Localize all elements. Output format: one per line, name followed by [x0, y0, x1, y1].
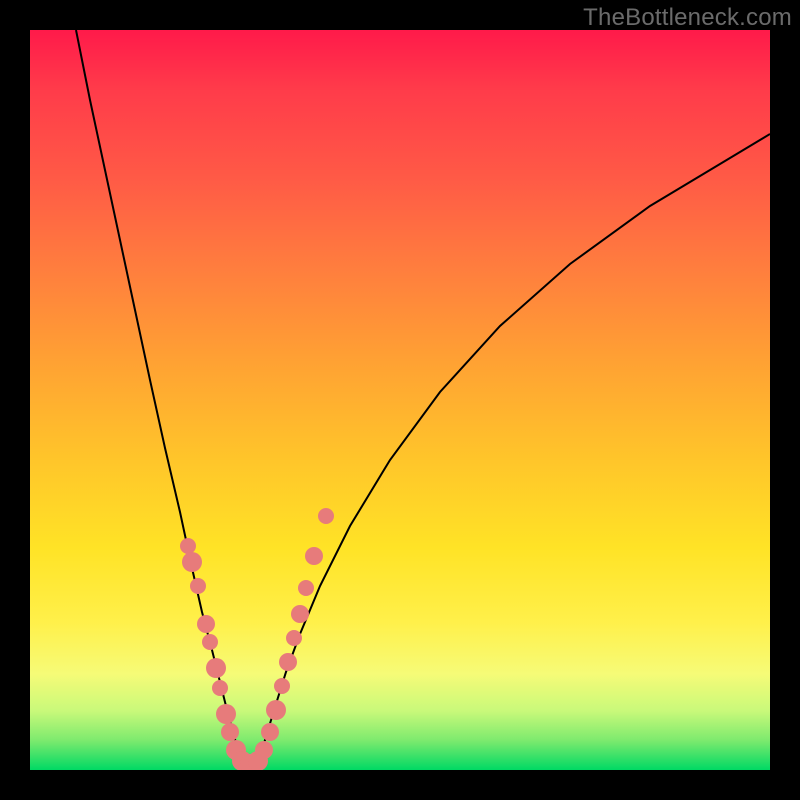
scatter-dot	[291, 605, 309, 623]
scatter-dot	[190, 578, 206, 594]
scatter-dot	[182, 552, 202, 572]
curve-right-branch	[258, 134, 770, 765]
scatter-dot	[202, 634, 218, 650]
scatter-dot	[197, 615, 215, 633]
scatter-dot	[206, 658, 226, 678]
scatter-dot	[305, 547, 323, 565]
scatter-dot	[279, 653, 297, 671]
chart-frame: TheBottleneck.com	[0, 0, 800, 800]
scatter-dot	[261, 723, 279, 741]
scatter-dot	[212, 680, 228, 696]
scatter-dot	[221, 723, 239, 741]
scatter-dot	[318, 508, 334, 524]
scatter-dot	[286, 630, 302, 646]
plot-area	[30, 30, 770, 770]
scatter-dots	[180, 508, 334, 770]
scatter-dot	[180, 538, 196, 554]
curve-left-branch	[76, 30, 242, 765]
scatter-dot	[274, 678, 290, 694]
scatter-dot	[266, 700, 286, 720]
watermark-text: TheBottleneck.com	[583, 4, 792, 32]
scatter-dot	[216, 704, 236, 724]
curve-svg	[30, 30, 770, 770]
scatter-dot	[255, 741, 273, 759]
scatter-dot	[298, 580, 314, 596]
